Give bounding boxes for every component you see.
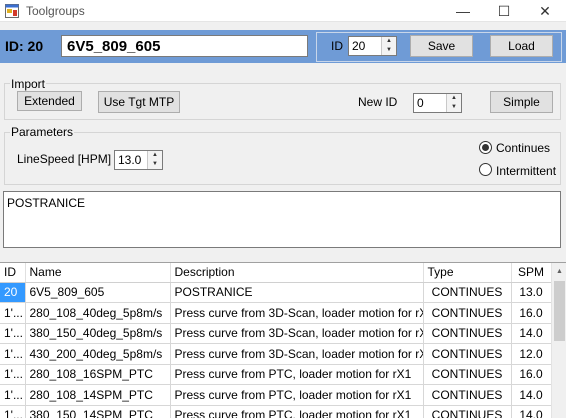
window-title: Toolgroups	[26, 4, 85, 18]
spin-down-icon[interactable]: ▼	[382, 46, 396, 55]
toolgroup-table: ID Name Description Type SPM 20 6V5_809_…	[0, 263, 552, 418]
table-row[interactable]: 1'... 430_200_40deg_5p8m/s Press curve f…	[0, 343, 552, 365]
cell-type[interactable]: CONTINUES	[423, 282, 512, 303]
cell-description[interactable]: Press curve from PTC, loader motion for …	[170, 405, 424, 418]
grid-vertical-scrollbar[interactable]: ▲	[551, 263, 566, 418]
cell-id[interactable]: 1'...	[0, 323, 26, 344]
cell-id[interactable]: 1'...	[0, 302, 26, 324]
cell-spm[interactable]: 14.0	[511, 323, 552, 344]
simple-button[interactable]: Simple	[490, 91, 553, 113]
table-row[interactable]: 1'... 280_108_16SPM_PTC Press curve from…	[0, 364, 552, 385]
cell-name[interactable]: 280_108_14SPM_PTC	[25, 384, 171, 406]
save-button[interactable]: Save	[410, 35, 473, 57]
column-header-description[interactable]: Description	[170, 263, 424, 283]
cell-spm[interactable]: 12.0	[511, 343, 552, 365]
cell-type[interactable]: CONTINUES	[423, 323, 512, 344]
cell-type[interactable]: CONTINUES	[423, 384, 512, 406]
app-icon	[5, 4, 19, 18]
intermittent-radio[interactable]	[479, 163, 492, 176]
cell-name[interactable]: 6V5_809_605	[25, 282, 171, 303]
column-header-spm[interactable]: SPM	[511, 263, 552, 283]
new-id-label: New ID	[358, 95, 398, 109]
load-button[interactable]: Load	[490, 35, 553, 57]
extended-button[interactable]: Extended	[17, 91, 82, 111]
cell-id[interactable]: 1'...	[0, 405, 26, 418]
table-row[interactable]: 20 6V5_809_605 POSTRANICE CONTINUES 13.0	[0, 282, 552, 303]
linespeed-spinner-value: 13.0	[118, 153, 142, 167]
description-textbox[interactable]: POSTRANICE	[3, 191, 561, 248]
cell-spm[interactable]: 14.0	[511, 405, 552, 418]
cell-name[interactable]: 280_108_40deg_5p8m/s	[25, 302, 171, 324]
parameters-group-title: Parameters	[10, 125, 75, 139]
cell-name[interactable]: 280_108_16SPM_PTC	[25, 364, 171, 385]
cell-description[interactable]: Press curve from 3D-Scan, loader motion …	[170, 323, 424, 344]
cell-description[interactable]: Press curve from 3D-Scan, loader motion …	[170, 302, 424, 324]
spin-up-icon[interactable]: ▲	[148, 151, 162, 160]
table-row[interactable]: 1'... 280_108_40deg_5p8m/s Press curve f…	[0, 302, 552, 324]
cell-description[interactable]: POSTRANICE	[170, 282, 424, 303]
use-tgt-mtp-button[interactable]: Use Tgt MTP	[98, 91, 180, 113]
linespeed-label: LineSpeed [HPM]	[17, 152, 112, 166]
spin-up-icon[interactable]: ▲	[382, 37, 396, 46]
column-header-type[interactable]: Type	[423, 263, 512, 283]
cell-name[interactable]: 430_200_40deg_5p8m/s	[25, 343, 171, 365]
table-row[interactable]: 1'... 380_150_14SPM_PTC Press curve from…	[0, 405, 552, 418]
cell-type[interactable]: CONTINUES	[423, 302, 512, 324]
toolgroup-grid: ID Name Description Type SPM 20 6V5_809_…	[0, 262, 566, 418]
id-spinner-value: 20	[352, 39, 366, 53]
new-id-spinner-value: 0	[417, 96, 424, 110]
id-field-label: ID	[331, 39, 343, 53]
continues-label: Continues	[496, 141, 551, 155]
current-id-label: ID: 20	[5, 38, 44, 54]
linespeed-spinner[interactable]: 13.0 ▲ ▼	[114, 150, 163, 170]
new-id-spinner[interactable]: 0 ▲ ▼	[413, 93, 462, 113]
cell-description[interactable]: Press curve from PTC, loader motion for …	[170, 384, 424, 406]
maximize-button[interactable]: ☐	[486, 0, 522, 22]
cell-id[interactable]: 1'...	[0, 343, 26, 365]
table-header-row: ID Name Description Type SPM	[0, 263, 552, 283]
cell-id[interactable]: 20	[0, 282, 26, 303]
cell-id[interactable]: 1'...	[0, 364, 26, 385]
cell-name[interactable]: 380_150_40deg_5p8m/s	[25, 323, 171, 344]
id-spinner[interactable]: 20 ▲ ▼	[348, 36, 397, 56]
cell-spm[interactable]: 13.0	[511, 282, 552, 303]
cell-description[interactable]: Press curve from PTC, loader motion for …	[170, 364, 424, 385]
cell-type[interactable]: CONTINUES	[423, 364, 512, 385]
import-group	[4, 83, 561, 120]
cell-description[interactable]: Press curve from 3D-Scan, loader motion …	[170, 343, 424, 365]
table-row[interactable]: 1'... 280_108_14SPM_PTC Press curve from…	[0, 384, 552, 406]
close-button[interactable]: ✕	[527, 0, 563, 22]
spin-up-icon[interactable]: ▲	[447, 94, 461, 103]
spin-down-icon[interactable]: ▼	[148, 160, 162, 169]
continues-radio[interactable]	[479, 141, 492, 154]
cell-name[interactable]: 380_150_14SPM_PTC	[25, 405, 171, 418]
toolgroup-name-input[interactable]: 6V5_809_605	[61, 35, 308, 57]
intermittent-label: Intermittent	[496, 164, 557, 178]
spin-down-icon[interactable]: ▼	[447, 103, 461, 112]
column-header-id[interactable]: ID	[0, 263, 26, 283]
import-group-title: Import	[10, 77, 47, 91]
cell-type[interactable]: CONTINUES	[423, 405, 512, 418]
table-row[interactable]: 1'... 380_150_40deg_5p8m/s Press curve f…	[0, 323, 552, 344]
scroll-up-icon[interactable]: ▲	[552, 263, 566, 280]
cell-id[interactable]: 1'...	[0, 384, 26, 406]
scroll-thumb[interactable]	[554, 281, 565, 341]
column-header-name[interactable]: Name	[25, 263, 171, 283]
cell-type[interactable]: CONTINUES	[423, 343, 512, 365]
title-bar: Toolgroups — ☐ ✕	[0, 0, 566, 22]
cell-spm[interactable]: 16.0	[511, 302, 552, 324]
minimize-button[interactable]: —	[445, 0, 481, 22]
cell-spm[interactable]: 16.0	[511, 364, 552, 385]
cell-spm[interactable]: 14.0	[511, 384, 552, 406]
